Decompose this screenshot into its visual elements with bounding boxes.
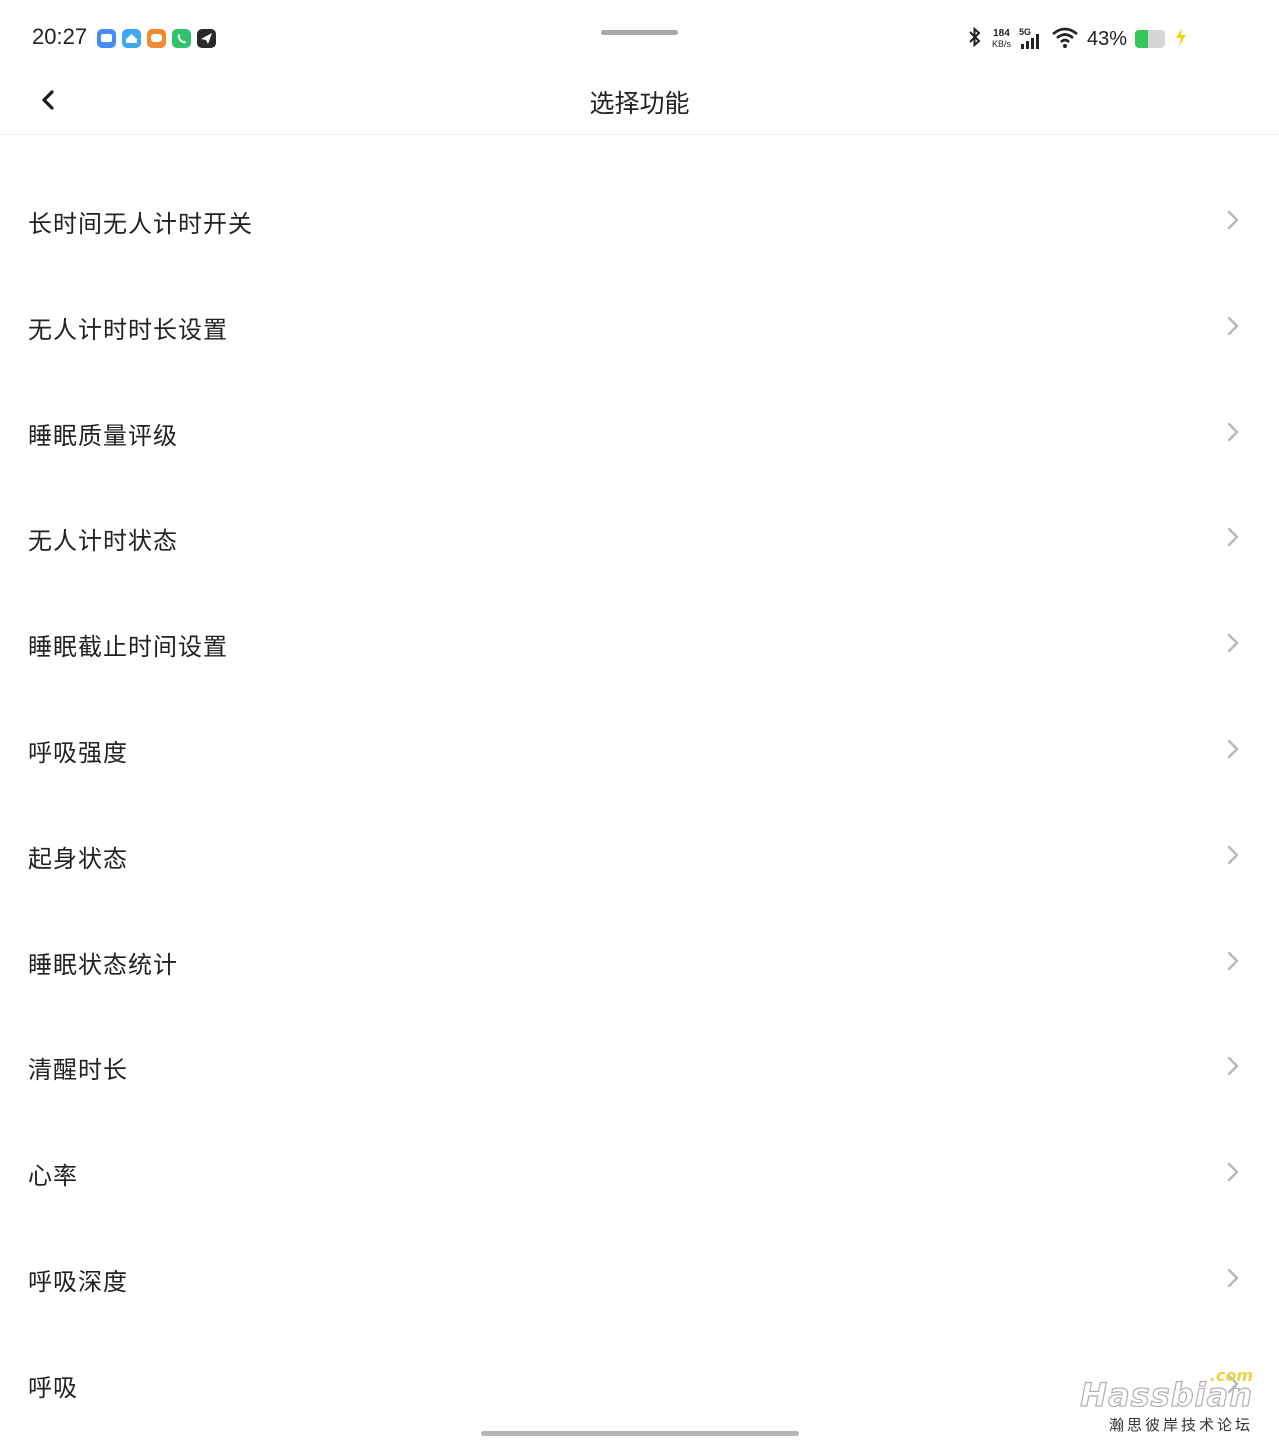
page-title: 选择功能: [589, 89, 690, 118]
list-item[interactable]: 呼吸深度: [0, 1226, 1279, 1332]
list-item[interactable]: 长时间无人计时开关: [0, 168, 1279, 274]
status-time: 20:27: [32, 24, 88, 49]
chat-app-icon: [97, 29, 116, 48]
list-item-label: 呼吸强度: [28, 738, 128, 767]
chevron-right-icon: [1227, 316, 1239, 335]
status-indicators: 184 KB/s 5G 43%: [966, 24, 1189, 54]
list-item[interactable]: 呼吸强度: [0, 697, 1279, 803]
chevron-right-icon: [1227, 1162, 1239, 1182]
list-item[interactable]: 睡眠截止时间设置: [0, 591, 1279, 697]
chevron-right-icon: [1227, 1268, 1239, 1288]
list-item-label: 睡眠质量评级: [28, 421, 178, 450]
list-item-label: 心率: [28, 1162, 78, 1191]
chevron-right-icon: [1227, 633, 1239, 653]
battery-fill: [1135, 30, 1148, 48]
status-bar: 20:27 184 KB/s 5G 43%: [0, 0, 1279, 70]
charging-icon: [1173, 27, 1189, 51]
list-item-label: 清醒时长: [28, 1056, 128, 1085]
chevron-right-icon: [1227, 739, 1239, 759]
list-item-label: 无人计时时长设置: [28, 315, 228, 344]
message-app-icon: [147, 29, 166, 48]
network-speed-unit: KB/s: [991, 39, 1011, 49]
function-list: 长时间无人计时开关 无人计时时长设置 睡眠质量评级 无人计时状态 睡眠截止时间设…: [0, 168, 1279, 1438]
battery-icon: [1135, 30, 1165, 48]
chevron-right-icon: [1227, 1057, 1239, 1076]
phone-app-icon: [172, 29, 191, 48]
network-speed-value: 184: [993, 28, 1010, 39]
list-item-label: 长时间无人计时开关: [28, 210, 253, 238]
list-item[interactable]: 清醒时长: [0, 1014, 1279, 1120]
battery-percent: 43%: [1086, 27, 1127, 50]
chevron-right-icon: [1227, 951, 1239, 970]
watermark-subtitle: 瀚思彼岸技术论坛: [1108, 1416, 1253, 1434]
list-item-label: 起身状态: [28, 844, 128, 873]
chevron-right-icon: [1227, 845, 1239, 864]
list-item[interactable]: 睡眠质量评级: [0, 380, 1279, 486]
list-item-label: 睡眠截止时间设置: [28, 633, 228, 662]
list-item[interactable]: 起身状态: [0, 803, 1279, 909]
cellular-signal-icon: 5G: [1019, 27, 1043, 51]
network-type: 5G: [1018, 27, 1031, 37]
header: 选择功能: [0, 70, 1279, 135]
bluetooth-icon: [966, 25, 984, 53]
send-app-icon: [197, 29, 216, 48]
watermark: .com Hassbian 瀚思彼岸技术论坛: [1080, 1366, 1253, 1434]
list-item-label: 呼吸: [28, 1373, 78, 1402]
list-item-label: 无人计时状态: [28, 527, 178, 556]
list-item-label: 睡眠状态统计: [28, 950, 178, 979]
chevron-right-icon: [1227, 528, 1239, 547]
notification-icons: [97, 29, 216, 48]
home-indicator[interactable]: [481, 1431, 799, 1436]
network-speed: 184 KB/s: [992, 28, 1011, 50]
drag-handle[interactable]: [601, 30, 678, 35]
chevron-right-icon: [1227, 422, 1239, 441]
wifi-icon: [1051, 25, 1079, 53]
watermark-logo: Hassbian: [1080, 1375, 1253, 1414]
list-item-label: 呼吸深度: [28, 1267, 128, 1296]
list-item[interactable]: 心率: [0, 1120, 1279, 1226]
list-item[interactable]: 睡眠状态统计: [0, 909, 1279, 1015]
list-item[interactable]: 无人计时状态: [0, 485, 1279, 591]
home-app-icon: [122, 29, 141, 48]
list-item[interactable]: 无人计时时长设置: [0, 274, 1279, 380]
chevron-right-icon: [1227, 210, 1239, 230]
